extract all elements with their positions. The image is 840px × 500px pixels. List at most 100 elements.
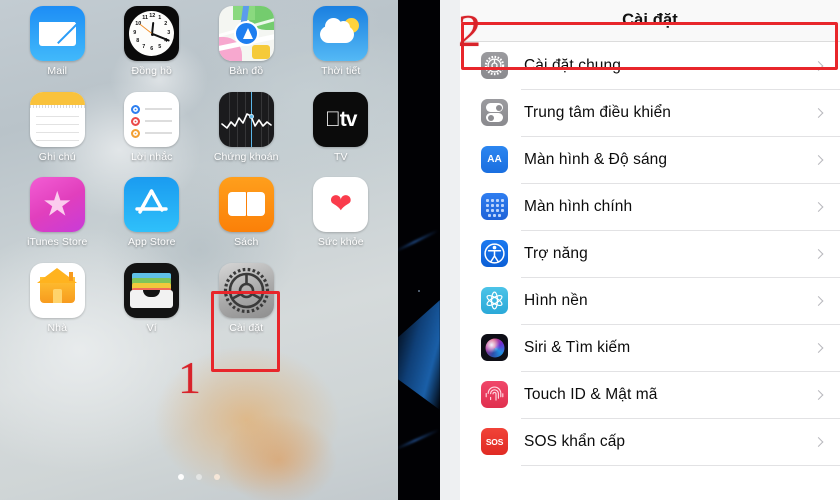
app-icon-settings[interactable]: Cài đặt bbox=[199, 262, 294, 335]
settings-row-wallpaper[interactable]: Hình nền bbox=[460, 277, 840, 324]
chevron-right-icon bbox=[813, 342, 824, 353]
settings-row-home-screen[interactable]: Màn hình chính bbox=[460, 183, 840, 230]
app-icon-books[interactable]: Sách bbox=[199, 177, 294, 249]
app-store-icon bbox=[124, 177, 180, 233]
page-indicator-dots[interactable] bbox=[0, 474, 398, 480]
books-icon bbox=[218, 177, 274, 233]
settings-content: Cài đặt Cài đặt chung Trung tâm điều khi… bbox=[460, 0, 840, 500]
app-icon-maps[interactable]: Bản đồ bbox=[199, 6, 294, 78]
chevron-right-icon bbox=[813, 60, 824, 71]
settings-row-label: Touch ID & Mật mã bbox=[524, 385, 658, 403]
app-label: TV bbox=[333, 150, 348, 163]
app-icon-notes[interactable]: Ghi chú bbox=[10, 91, 105, 164]
app-label: Cài đặt bbox=[229, 321, 264, 334]
settings-row-label: Cài đặt chung bbox=[524, 56, 621, 74]
app-icon-stocks[interactable]: Chứng khoán bbox=[199, 91, 294, 164]
siri-icon bbox=[481, 334, 508, 361]
app-label: Thời tiết bbox=[321, 65, 361, 77]
settings-row-control-center[interactable]: Trung tâm điều khiển bbox=[460, 89, 840, 136]
app-icon-weather[interactable]: Thời tiết bbox=[294, 6, 389, 78]
step-marker-1: 1 bbox=[178, 352, 201, 403]
settings-row-label: Trung tâm điều khiển bbox=[524, 103, 672, 121]
app-icon-app-store[interactable]: App Store bbox=[105, 177, 200, 249]
navigation-bar: Cài đặt bbox=[460, 0, 840, 42]
settings-row-general[interactable]: Cài đặt chung bbox=[460, 42, 840, 89]
gear-icon bbox=[481, 52, 508, 79]
settings-row-label: Màn hình chính bbox=[524, 197, 633, 215]
app-label: Ví bbox=[146, 321, 157, 334]
settings-row-display-brightness[interactable]: AA Màn hình & Độ sáng bbox=[460, 136, 840, 183]
chevron-right-icon bbox=[813, 201, 824, 212]
settings-row-label: Siri & Tìm kiếm bbox=[524, 338, 631, 356]
chevron-right-icon bbox=[813, 436, 824, 447]
app-label: Ghi chú bbox=[38, 150, 76, 163]
app-icon-mail[interactable]: Mail bbox=[10, 6, 105, 78]
app-icon-itunes-store[interactable]: ★ iTunes Store bbox=[10, 177, 105, 249]
sos-icon-text: SOS bbox=[485, 436, 504, 447]
blue-light-wedge bbox=[398, 300, 440, 410]
page-title: Cài đặt bbox=[622, 11, 678, 29]
settings-row-touch-id-passcode[interactable]: Touch ID & Mật mã bbox=[460, 371, 840, 418]
settings-row-siri-search[interactable]: Siri & Tìm kiếm bbox=[460, 324, 840, 371]
notes-icon bbox=[29, 91, 85, 147]
stocks-icon bbox=[218, 91, 274, 147]
dust-speck bbox=[418, 290, 420, 292]
app-icon-tv[interactable]: tv TV bbox=[294, 91, 389, 164]
app-grid: Mail 12 1 2 3 4 5 6 7 8 9 10 11 Đồng hồ … bbox=[0, 6, 398, 334]
home-screen-icon bbox=[481, 193, 508, 220]
app-label: Chứng khoán bbox=[213, 150, 279, 163]
app-icon-home[interactable]: Nhà bbox=[10, 262, 105, 335]
home-app-icon bbox=[29, 262, 85, 318]
app-label: iTunes Store bbox=[27, 236, 88, 249]
touch-id-icon bbox=[481, 381, 508, 408]
settings-row-label: Màn hình & Độ sáng bbox=[524, 150, 668, 168]
page-dot bbox=[178, 474, 184, 480]
light-streak bbox=[395, 429, 439, 450]
chevron-right-icon bbox=[813, 295, 824, 306]
tv-icon-text: tv bbox=[325, 107, 357, 131]
display-icon-text: AA bbox=[487, 154, 502, 165]
clock-icon: 12 1 2 3 4 5 6 7 8 9 10 11 bbox=[124, 6, 180, 61]
maps-icon bbox=[218, 6, 274, 61]
chevron-right-icon bbox=[813, 154, 824, 165]
screenshot-root: Mail 12 1 2 3 4 5 6 7 8 9 10 11 Đồng hồ … bbox=[0, 0, 840, 500]
settings-row-emergency-sos[interactable]: SOS SOS khẩn cấp bbox=[460, 418, 840, 465]
sos-icon: SOS bbox=[481, 428, 508, 455]
wallet-icon bbox=[124, 262, 180, 318]
itunes-store-icon: ★ bbox=[29, 177, 85, 233]
reminders-icon bbox=[124, 91, 180, 147]
health-icon: ❤ bbox=[313, 177, 369, 233]
settings-row-label: Hình nền bbox=[524, 291, 588, 309]
page-dot bbox=[196, 474, 202, 480]
app-icon-health[interactable]: ❤ Sức khỏe bbox=[294, 177, 389, 249]
display-brightness-icon: AA bbox=[481, 146, 508, 173]
settings-row-label: Trợ năng bbox=[524, 244, 588, 262]
settings-list: Cài đặt chung Trung tâm điều khiển AA Mà… bbox=[460, 42, 840, 466]
list-separator bbox=[521, 465, 840, 466]
tv-icon: tv bbox=[313, 91, 369, 147]
app-label: Đồng hồ bbox=[131, 65, 172, 77]
weather-icon bbox=[313, 6, 369, 61]
app-label: Bản đồ bbox=[229, 65, 264, 77]
app-icon-clock[interactable]: 12 1 2 3 4 5 6 7 8 9 10 11 Đồng hồ bbox=[105, 6, 200, 78]
app-label: Lời nhắc bbox=[130, 150, 173, 163]
chevron-right-icon bbox=[813, 248, 824, 259]
settings-gear-icon bbox=[218, 262, 274, 318]
settings-panel: Cài đặt Cài đặt chung Trung tâm điều khi… bbox=[440, 0, 840, 500]
settings-row-label: SOS khẩn cấp bbox=[524, 432, 626, 450]
app-icon-reminders[interactable]: Lời nhắc bbox=[105, 91, 200, 164]
chevron-right-icon bbox=[813, 389, 824, 400]
home-screen-panel: Mail 12 1 2 3 4 5 6 7 8 9 10 11 Đồng hồ … bbox=[0, 0, 398, 500]
app-label: Sức khỏe bbox=[317, 236, 364, 249]
mail-icon bbox=[29, 6, 85, 61]
page-dot bbox=[214, 474, 220, 480]
settings-row-accessibility[interactable]: Trợ năng bbox=[460, 230, 840, 277]
app-label: Mail bbox=[47, 65, 68, 77]
accessibility-icon bbox=[481, 240, 508, 267]
app-label: Nhà bbox=[47, 321, 68, 334]
step-marker-2: 2 bbox=[458, 5, 481, 56]
chevron-right-icon bbox=[813, 107, 824, 118]
app-icon-wallet[interactable]: Ví bbox=[105, 262, 200, 335]
app-label: Sách bbox=[234, 236, 259, 249]
control-center-icon bbox=[481, 99, 508, 126]
